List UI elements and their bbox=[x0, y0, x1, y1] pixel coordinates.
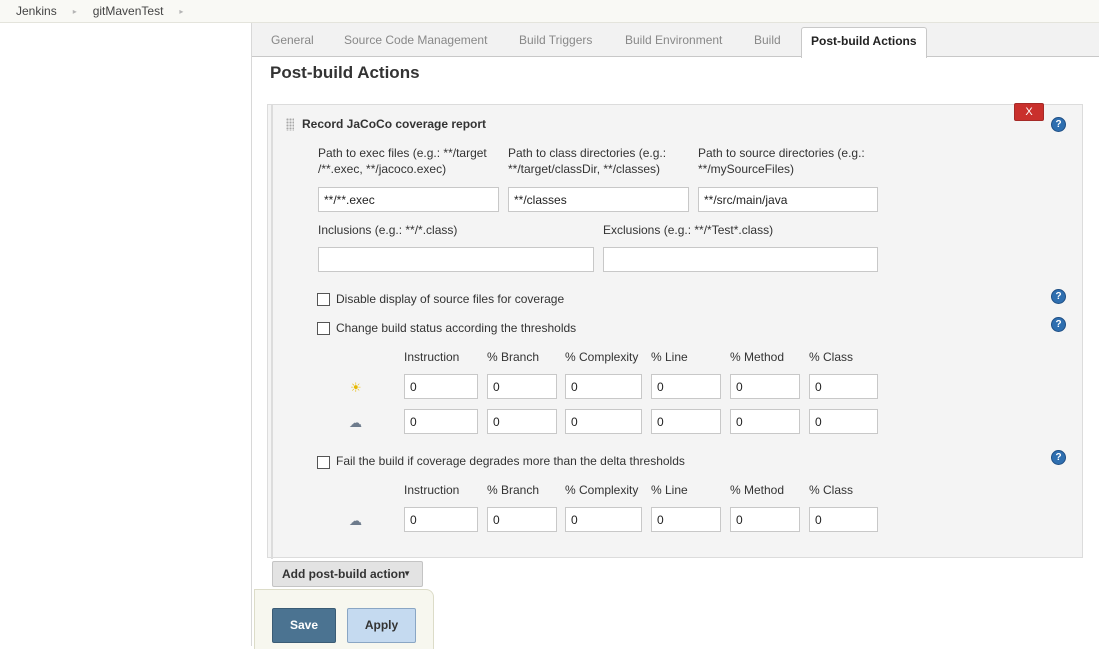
tab-build[interactable]: Build bbox=[754, 33, 781, 47]
breadcrumb-separator-icon[interactable]: ▸ bbox=[169, 7, 193, 16]
delta-complexity-input[interactable] bbox=[565, 507, 642, 532]
delta-instruction-input[interactable] bbox=[404, 507, 478, 532]
delta-header-complexity: % Complexity bbox=[565, 483, 639, 497]
header-class: % Class bbox=[809, 350, 854, 364]
panel-border bbox=[271, 105, 273, 559]
apply-button[interactable]: Apply bbox=[347, 608, 416, 643]
tab-post-build-actions[interactable]: Post-build Actions bbox=[801, 27, 927, 58]
jacoco-panel-title: Record JaCoCo coverage report bbox=[302, 117, 487, 131]
config-main: General Source Code Management Build Tri… bbox=[251, 23, 1099, 649]
section-title: Post-build Actions bbox=[270, 63, 420, 82]
healthy-line-input[interactable] bbox=[651, 374, 721, 399]
breadcrumb: Jenkins ▸ gitMavenTest ▸ bbox=[0, 0, 1099, 23]
change-status-label: Change build status according the thresh… bbox=[336, 321, 577, 335]
add-post-build-action-button[interactable]: Add post-build action ▼ bbox=[272, 561, 423, 587]
header-instruction: Instruction bbox=[404, 350, 460, 364]
header-complexity: % Complexity bbox=[565, 350, 639, 364]
delta-class-input[interactable] bbox=[809, 507, 878, 532]
unhealthy-method-input[interactable] bbox=[730, 409, 800, 434]
help-icon[interactable]: ? bbox=[1051, 117, 1066, 132]
tab-build-triggers[interactable]: Build Triggers bbox=[519, 33, 592, 47]
delta-header-method: % Method bbox=[730, 483, 785, 497]
jacoco-panel: Record JaCoCo coverage report X ? Path t… bbox=[267, 103, 1083, 559]
class-dirs-input[interactable] bbox=[508, 187, 689, 212]
exec-files-input[interactable] bbox=[318, 187, 499, 212]
change-status-checkbox[interactable] bbox=[317, 322, 330, 335]
breadcrumb-job[interactable]: gitMavenTest bbox=[87, 4, 170, 18]
header-method: % Method bbox=[730, 350, 785, 364]
delta-header-instruction: Instruction bbox=[404, 483, 460, 497]
breadcrumb-separator-icon: ▸ bbox=[72, 6, 77, 16]
header-line: % Line bbox=[651, 350, 688, 364]
fail-build-checkbox[interactable] bbox=[317, 456, 330, 469]
exec-files-label: Path to exec files (e.g.: **/target/**.e… bbox=[318, 146, 487, 176]
help-icon[interactable]: ? bbox=[1051, 317, 1066, 332]
save-button[interactable]: Save bbox=[272, 608, 336, 643]
unhealthy-branch-input[interactable] bbox=[487, 409, 557, 434]
healthy-branch-input[interactable] bbox=[487, 374, 557, 399]
disable-source-label: Disable display of source files for cove… bbox=[336, 292, 565, 306]
unhealthy-instruction-input[interactable] bbox=[404, 409, 478, 434]
delta-branch-input[interactable] bbox=[487, 507, 557, 532]
tab-build-environment[interactable]: Build Environment bbox=[625, 33, 722, 47]
delete-step-button[interactable]: X bbox=[1014, 103, 1044, 121]
unhealthy-class-input[interactable] bbox=[809, 409, 878, 434]
tab-general[interactable]: General bbox=[271, 33, 314, 47]
delta-header-line: % Line bbox=[651, 483, 688, 497]
cloud-rain-icon: ☁ bbox=[349, 513, 362, 528]
help-icon[interactable]: ? bbox=[1051, 289, 1066, 304]
disable-source-checkbox[interactable] bbox=[317, 293, 330, 306]
inclusions-input[interactable] bbox=[318, 247, 594, 272]
delta-header-class: % Class bbox=[809, 483, 854, 497]
cloud-rain-icon: ☁ bbox=[349, 415, 362, 430]
delta-line-input[interactable] bbox=[651, 507, 721, 532]
config-tabbar: General Source Code Management Build Tri… bbox=[252, 23, 1099, 58]
sun-icon: ☀ bbox=[350, 380, 362, 395]
fail-build-label: Fail the build if coverage degrades more… bbox=[336, 454, 685, 468]
healthy-method-input[interactable] bbox=[730, 374, 800, 399]
unhealthy-complexity-input[interactable] bbox=[565, 409, 642, 434]
add-post-build-action-label: Add post-build action bbox=[282, 567, 406, 581]
unhealthy-line-input[interactable] bbox=[651, 409, 721, 434]
exclusions-input[interactable] bbox=[603, 247, 878, 272]
breadcrumb-jenkins[interactable]: Jenkins bbox=[0, 4, 63, 18]
healthy-class-input[interactable] bbox=[809, 374, 878, 399]
inclusions-label: Inclusions (e.g.: **/*.class) bbox=[318, 223, 458, 237]
tab-source-code-management[interactable]: Source Code Management bbox=[344, 33, 487, 47]
class-dirs-label: Path to class directories (e.g.: **/targe… bbox=[508, 146, 667, 176]
drag-handle-icon[interactable] bbox=[286, 118, 294, 131]
delta-method-input[interactable] bbox=[730, 507, 800, 532]
chevron-down-icon: ▼ bbox=[403, 569, 411, 578]
source-dirs-input[interactable] bbox=[698, 187, 878, 212]
healthy-complexity-input[interactable] bbox=[565, 374, 642, 399]
healthy-instruction-input[interactable] bbox=[404, 374, 478, 399]
exclusions-label: Exclusions (e.g.: **/*Test*.class) bbox=[603, 223, 774, 237]
delta-header-branch: % Branch bbox=[487, 483, 540, 497]
source-dirs-label: Path to source directories (e.g.: **/mySo… bbox=[698, 146, 865, 176]
header-branch: % Branch bbox=[487, 350, 540, 364]
help-icon[interactable]: ? bbox=[1051, 450, 1066, 465]
